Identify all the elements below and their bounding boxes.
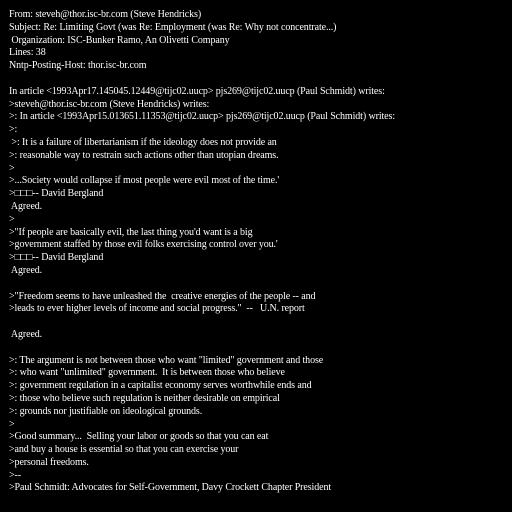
body-line: >: It is a failure of libertarianism if … [9, 136, 277, 148]
body-line: > [9, 162, 15, 174]
body-line: >: those who believe such regulation is … [9, 392, 280, 404]
usenet-post: From: steveh@thor.isc-br.com (Steve Hend… [9, 9, 509, 495]
body-line: >"If people are basically evil, the last… [9, 226, 253, 238]
body-line: Agreed. [9, 264, 43, 276]
header-from: From: steveh@thor.isc-br.com (Steve Hend… [9, 9, 202, 20]
body-line: >steveh@thor.isc-br.com (Steve Hendricks… [9, 98, 210, 110]
body-line: >and buy a house is essential so that yo… [9, 444, 239, 456]
body-line: >Good summary... Selling your labor or g… [9, 431, 269, 443]
body-line: >: The argument is not between those who… [9, 354, 324, 366]
body-line: >government staffed by those evil folks … [9, 239, 278, 251]
body-line: >personal freedoms. [9, 456, 89, 468]
body-line: In article <1993Apr17.145045.12449@tijc0… [9, 85, 385, 97]
body-line: >: In article <1993Apr15.013651.11353@ti… [9, 111, 395, 123]
header-lines: Lines: 38 [9, 47, 46, 59]
body-line: >-- [9, 469, 21, 481]
body-line: >□□□-- David Bergland [9, 188, 104, 200]
body-line: >□□□-- David Bergland [9, 252, 104, 264]
header-organization: Organization: ISC-Bunker Ramo, An Olivet… [9, 34, 230, 46]
body-line: >: government regulation in a capitalist… [9, 380, 312, 392]
body-line: >"Freedom seems to have unleashed the cr… [9, 290, 316, 302]
body-line: >leads to ever higher levels of income a… [9, 303, 305, 315]
body-line: >: who want "unlimited" government. It i… [9, 367, 285, 379]
body-line: >...Society would collapse if most peopl… [9, 175, 280, 187]
body-line: > [9, 213, 15, 225]
body-line: >: grounds nor justifiable on ideologica… [9, 405, 203, 417]
header-subject: Subject: Re: Limiting Govt (was Re: Empl… [9, 21, 337, 33]
body-line: Agreed. [9, 200, 43, 212]
body-line: >: [9, 124, 18, 136]
signature-line: >Paul Schmidt: Advocates for Self-Govern… [9, 482, 332, 494]
body-line: >: reasonable way to restrain such actio… [9, 149, 279, 161]
body-line: > [9, 418, 15, 430]
header-nntp-host: Nntp-Posting-Host: thor.isc-br.com [9, 60, 147, 72]
body-line: Agreed. [9, 328, 43, 340]
